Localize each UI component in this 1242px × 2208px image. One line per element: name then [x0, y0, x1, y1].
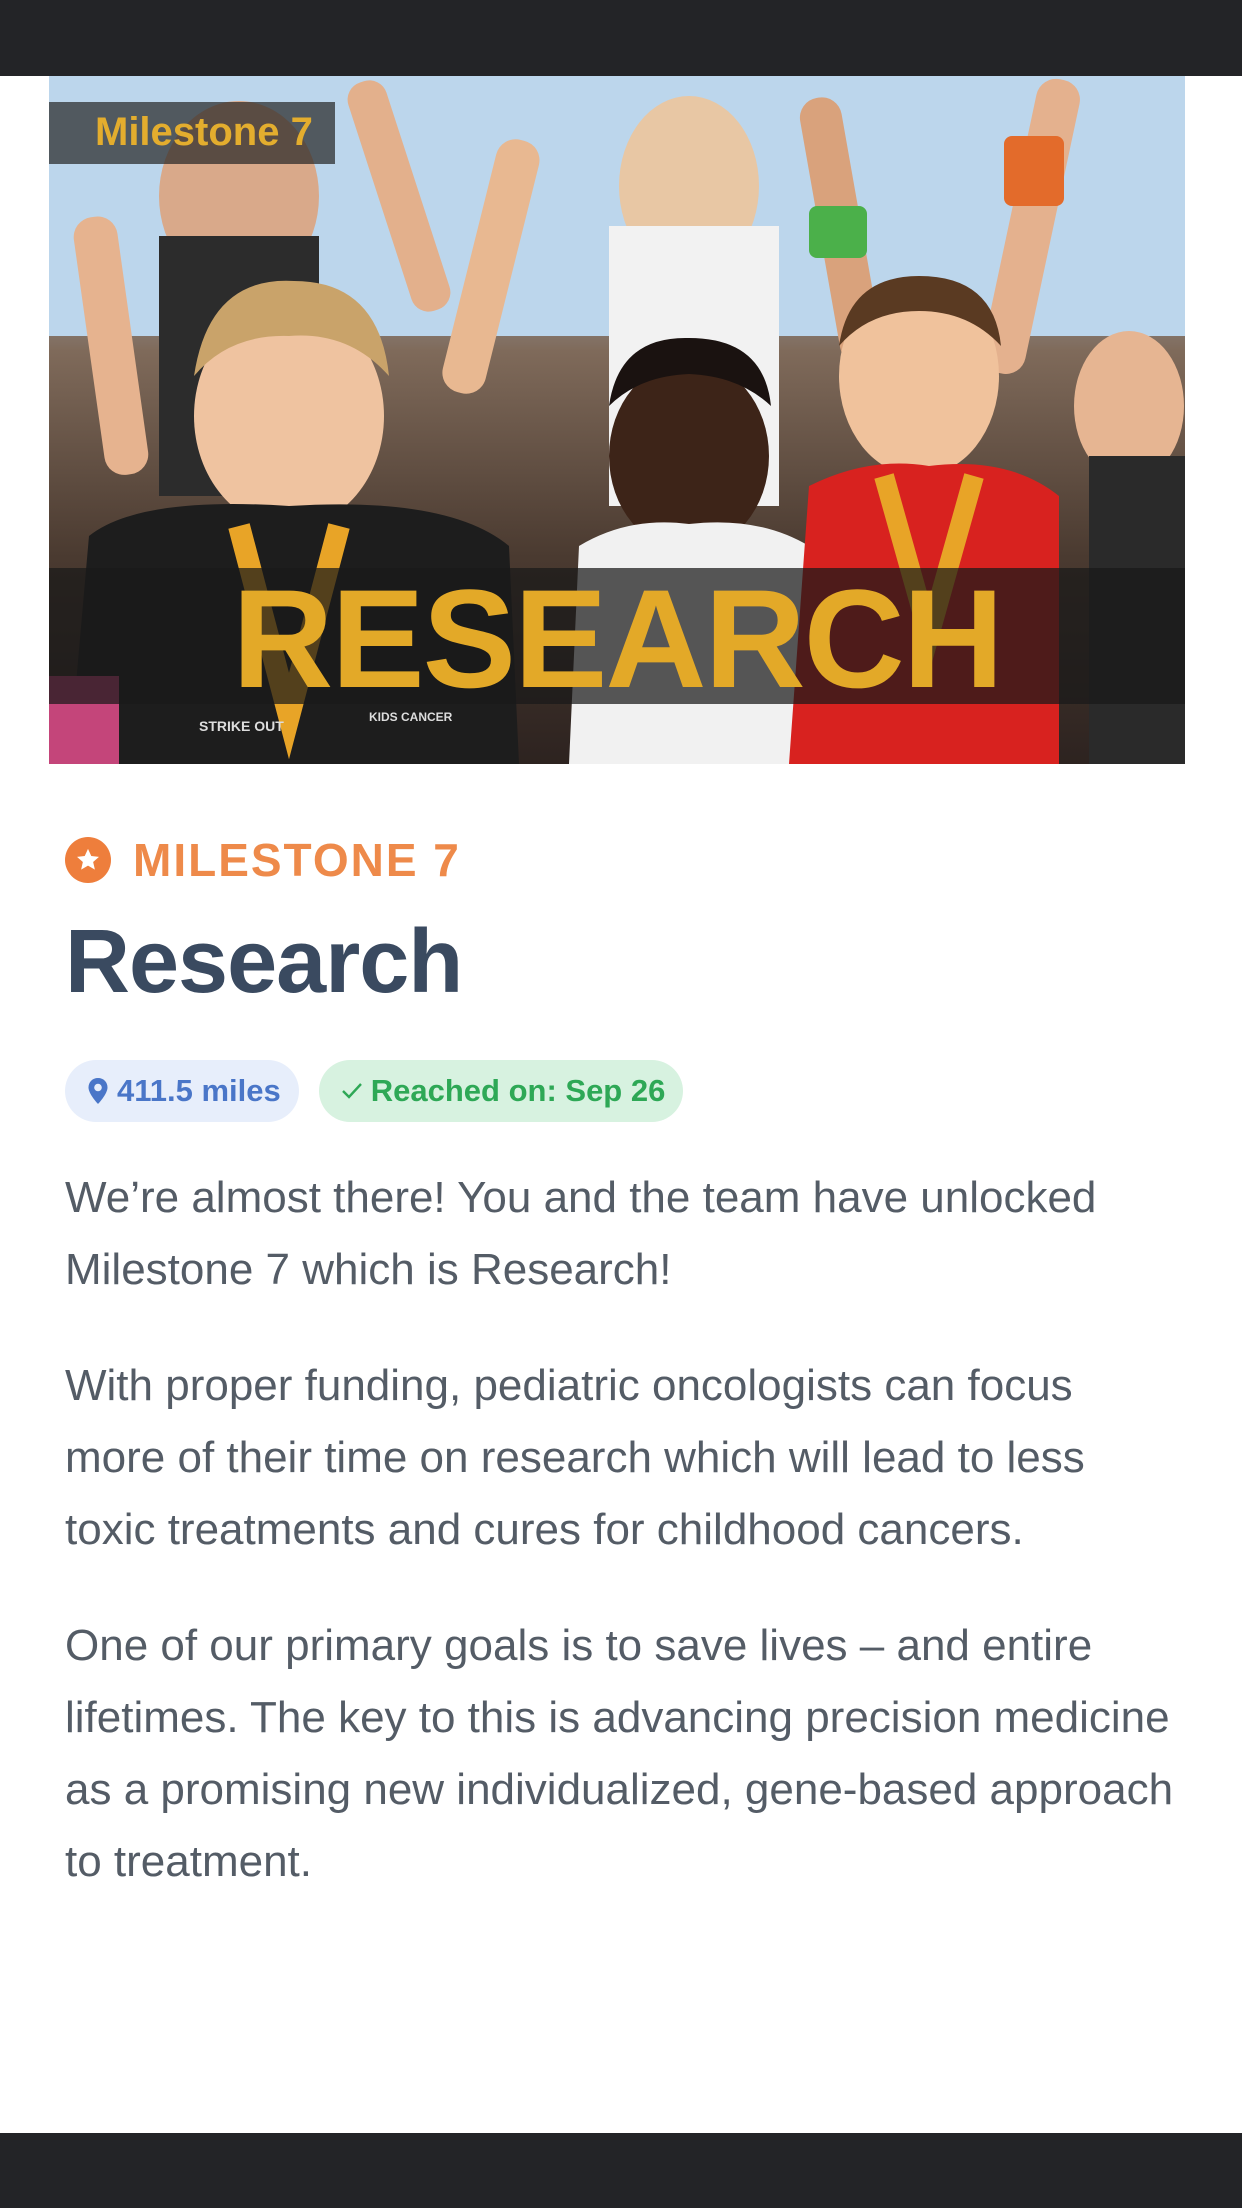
- milestone-hero-image: STRIKE OUT KIDS CANCER Milestone 7 RESEA…: [49, 76, 1185, 764]
- reached-date: Reached on: Sep 26: [370, 1073, 666, 1108]
- description-paragraph-3: One of our primary goals is to save live…: [65, 1621, 1174, 1886]
- milestone-number-label: MILESTONE 7: [133, 834, 461, 886]
- description-paragraph-2: With proper funding, pediatric oncologis…: [65, 1361, 1085, 1554]
- map-pin-icon: [87, 1077, 109, 1105]
- hero-milestone-tag: Milestone 7: [49, 102, 335, 164]
- navigation-bar: [0, 2133, 1242, 2208]
- status-bar: [0, 0, 1242, 76]
- distance-badge: 411.5 miles: [65, 1060, 299, 1122]
- hero-title-word: RESEARCH: [232, 560, 1004, 717]
- shirt-print-1: STRIKE OUT: [199, 718, 284, 734]
- milestone-badges: 411.5 miles Reached on: Sep 26: [65, 1060, 1177, 1122]
- milestone-title: Research: [65, 912, 463, 1012]
- star-icon: [65, 837, 111, 883]
- reached-badge: Reached on: Sep 26: [318, 1060, 684, 1122]
- milestone-eyebrow: MILESTONE 7: [65, 830, 1177, 890]
- check-icon: [341, 1081, 363, 1101]
- milestone-details: MILESTONE 7 Research 411.5 miles Reached…: [65, 830, 1177, 1942]
- distance-value: 411.5 miles: [117, 1073, 281, 1108]
- description-paragraph-1: We’re almost there! You and the team hav…: [65, 1173, 1097, 1294]
